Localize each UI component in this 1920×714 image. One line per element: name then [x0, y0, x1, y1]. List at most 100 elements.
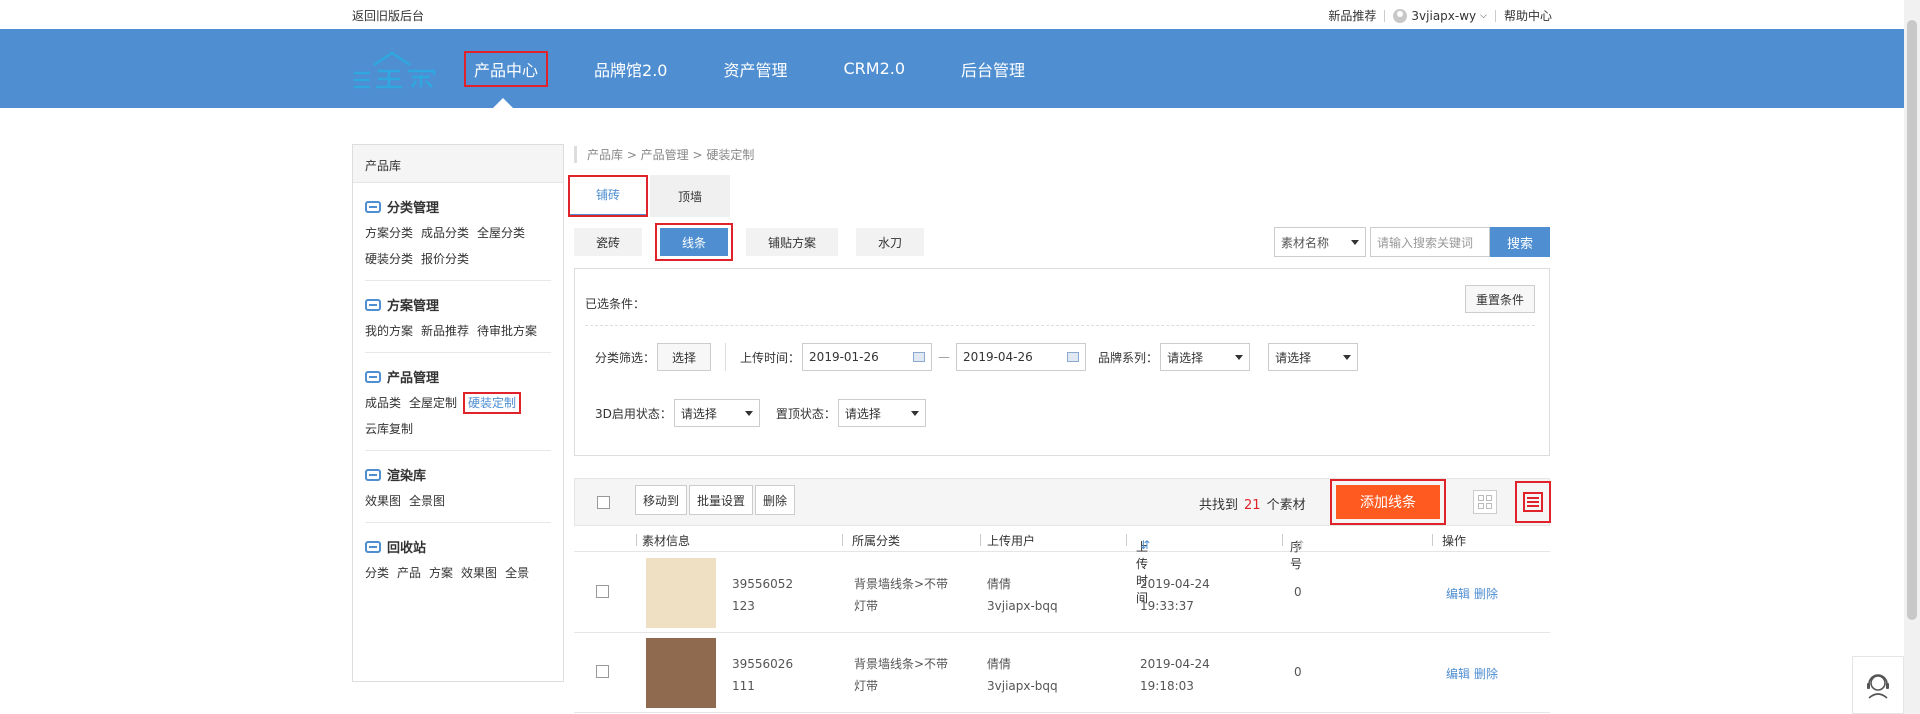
active-nav-indicator	[493, 98, 513, 108]
date-to-input[interactable]: 2019-04-26	[956, 343, 1087, 371]
render-icon	[365, 468, 381, 481]
select-all-checkbox[interactable]	[597, 496, 610, 509]
sidebar-item-whole-house-custom[interactable]: 全屋定制	[409, 394, 457, 412]
sort-icon[interactable]: ⇵	[1294, 538, 1304, 552]
sidebar-item-quote-category[interactable]: 报价分类	[421, 250, 469, 268]
nav-brand-hall[interactable]: 品牌馆2.0	[586, 53, 675, 85]
sequence-number: 0	[1294, 665, 1302, 679]
chevron-down-icon	[1235, 354, 1244, 360]
chevron-down-icon	[1343, 354, 1352, 360]
subtab-waterjet[interactable]: 水刀	[856, 228, 925, 256]
batch-settings-button[interactable]: 批量设置	[689, 485, 754, 515]
nav-product-center[interactable]: 产品中心	[463, 50, 549, 87]
brand-series-select[interactable]: 请选择	[1160, 343, 1251, 371]
list-toolbar: 移动到 批量设置 删除 共找到 21 个素材 添加线条	[574, 478, 1551, 526]
sidebar-item-recycle-rendering[interactable]: 效果图	[461, 564, 497, 582]
upload-time: 2019-04-24 19:18:03	[1140, 657, 1210, 693]
col-category: 所属分类	[852, 534, 901, 548]
brand-subseries-select[interactable]: 请选择	[1268, 343, 1359, 371]
page-scrollbar[interactable]	[1904, 0, 1920, 714]
subtab-tiles[interactable]: 瓷砖	[574, 228, 643, 256]
sidebar-item-recycle-plan[interactable]: 方案	[429, 564, 453, 582]
sidebar-group-render: 渲染库 效果图 全景图	[365, 451, 551, 523]
calendar-icon[interactable]	[913, 352, 926, 362]
sidebar-item-recycle-panorama[interactable]: 全景	[505, 564, 529, 582]
chevron-down-icon	[1351, 239, 1359, 245]
calendar-icon[interactable]	[1067, 352, 1080, 362]
chevron-down-icon	[910, 410, 919, 416]
row-checkbox[interactable]	[596, 585, 609, 598]
sidebar-item-plan-category[interactable]: 方案分类	[365, 224, 413, 242]
sidebar: 产品库 分类管理 方案分类 成品分类 全屋分类 硬装分类 报价分类 方案管理 我…	[352, 144, 564, 682]
subtab-lines[interactable]: 线条	[655, 223, 734, 261]
help-center-link[interactable]: 帮助中心	[1504, 7, 1552, 24]
move-to-button[interactable]: 移动到	[635, 485, 688, 515]
sidebar-item-my-plans[interactable]: 我的方案	[365, 322, 413, 340]
divider	[1384, 9, 1386, 22]
table-header: 素材信息 所属分类 上传用户 上传时间 ⇵ 序号 ⇵ 操作	[574, 526, 1550, 605]
row-actions: 编辑 删除	[1446, 665, 1502, 682]
3d-status-select[interactable]: 请选择	[673, 399, 760, 427]
choose-category-button[interactable]: 选择	[657, 343, 712, 371]
add-line-button[interactable]: 添加线条	[1330, 479, 1446, 525]
material-thumbnail[interactable]	[646, 638, 716, 708]
sort-icon[interactable]: ⇵	[1140, 538, 1150, 552]
sidebar-group-product: 产品管理 成品类 全屋定制 硬装定制 云库复制	[365, 353, 551, 451]
nav-crm[interactable]: CRM2.0	[835, 55, 913, 82]
edit-link[interactable]: 编辑	[1446, 667, 1470, 681]
back-to-old-link[interactable]: 返回旧版后台	[352, 7, 424, 24]
sidebar-item-renderings[interactable]: 效果图	[365, 492, 401, 510]
date-from-input[interactable]: 2019-01-26	[802, 343, 933, 371]
sidebar-item-pending-approval[interactable]: 待审批方案	[477, 322, 537, 340]
category-icon	[365, 200, 381, 213]
sidebar-item-finished-products[interactable]: 成品类	[365, 394, 401, 412]
delete-link[interactable]: 删除	[1474, 587, 1498, 601]
search-button[interactable]: 搜索	[1490, 227, 1550, 257]
breadcrumb: 产品库 > 产品管理 > 硬装定制	[574, 146, 754, 163]
sidebar-item-cloud-copy[interactable]: 云库复制	[365, 420, 413, 438]
sidebar-item-panoramas[interactable]: 全景图	[409, 492, 445, 510]
sidebar-item-new-recommend[interactable]: 新品推荐	[421, 322, 469, 340]
reset-conditions-button[interactable]: 重置条件	[1464, 285, 1535, 313]
sidebar-item-product-category[interactable]: 成品分类	[421, 224, 469, 242]
sidebar-item-recycle-product[interactable]: 产品	[397, 564, 421, 582]
user-menu[interactable]: 3vjiapx-wy ⌵	[1393, 8, 1487, 23]
sidebar-item-recycle-category[interactable]: 分类	[365, 564, 389, 582]
sidebar-group-recycle: 回收站 分类 产品 方案 效果图 全景	[365, 523, 551, 594]
new-products-link[interactable]: 新品推荐	[1328, 7, 1376, 24]
user-icon	[1393, 8, 1408, 23]
sequence-number: 0	[1294, 585, 1302, 599]
sidebar-item-hardcover-category[interactable]: 硬装分类	[365, 250, 413, 268]
tab-ceiling-wall[interactable]: 顶墙	[650, 175, 730, 217]
tab-tiling[interactable]: 铺砖	[568, 175, 648, 217]
grid-view-icon[interactable]	[1473, 490, 1497, 514]
edit-link[interactable]: 编辑	[1446, 587, 1470, 601]
search-field-select[interactable]: 素材名称	[1274, 227, 1366, 257]
subtab-tiling-plan[interactable]: 铺贴方案	[746, 228, 839, 256]
upload-time: 2019-04-24 19:33:37	[1140, 577, 1210, 613]
search-input[interactable]: 请输入搜索关键词	[1370, 227, 1490, 257]
scrollbar-thumb[interactable]	[1907, 20, 1917, 620]
nav-asset-management[interactable]: 资产管理	[715, 53, 795, 85]
sidebar-title: 产品库	[353, 145, 563, 183]
sidebar-group-category: 分类管理 方案分类 成品分类 全屋分类 硬装分类 报价分类	[365, 183, 551, 281]
divider	[725, 343, 727, 371]
delete-link[interactable]: 删除	[1474, 667, 1498, 681]
group-title: 分类管理	[387, 201, 440, 216]
row-checkbox[interactable]	[596, 665, 609, 678]
material-id: 39556052 123	[732, 577, 794, 613]
list-view-icon[interactable]	[1515, 481, 1551, 523]
sidebar-item-hardcover-custom[interactable]: 硬装定制	[463, 392, 522, 414]
nav-backend-management[interactable]: 后台管理	[953, 53, 1033, 85]
material-id: 39556026 111	[732, 657, 794, 693]
delete-button[interactable]: 删除	[755, 485, 796, 515]
col-material-info: 素材信息	[642, 534, 691, 548]
table-row: 39556026 111 背景墙线条>不带 灯带 倩倩 3vjiapx-bqq 201…	[574, 633, 1550, 713]
customer-service-button[interactable]	[1852, 656, 1904, 714]
pin-status-select[interactable]: 请选择	[837, 399, 926, 427]
logo[interactable]	[352, 49, 436, 89]
material-thumbnail[interactable]	[646, 558, 716, 628]
upload-user: 倩倩 3vjiapx-bqq	[987, 577, 1058, 613]
sidebar-item-whole-house-category[interactable]: 全屋分类	[477, 224, 525, 242]
chevron-down-icon	[744, 410, 753, 416]
